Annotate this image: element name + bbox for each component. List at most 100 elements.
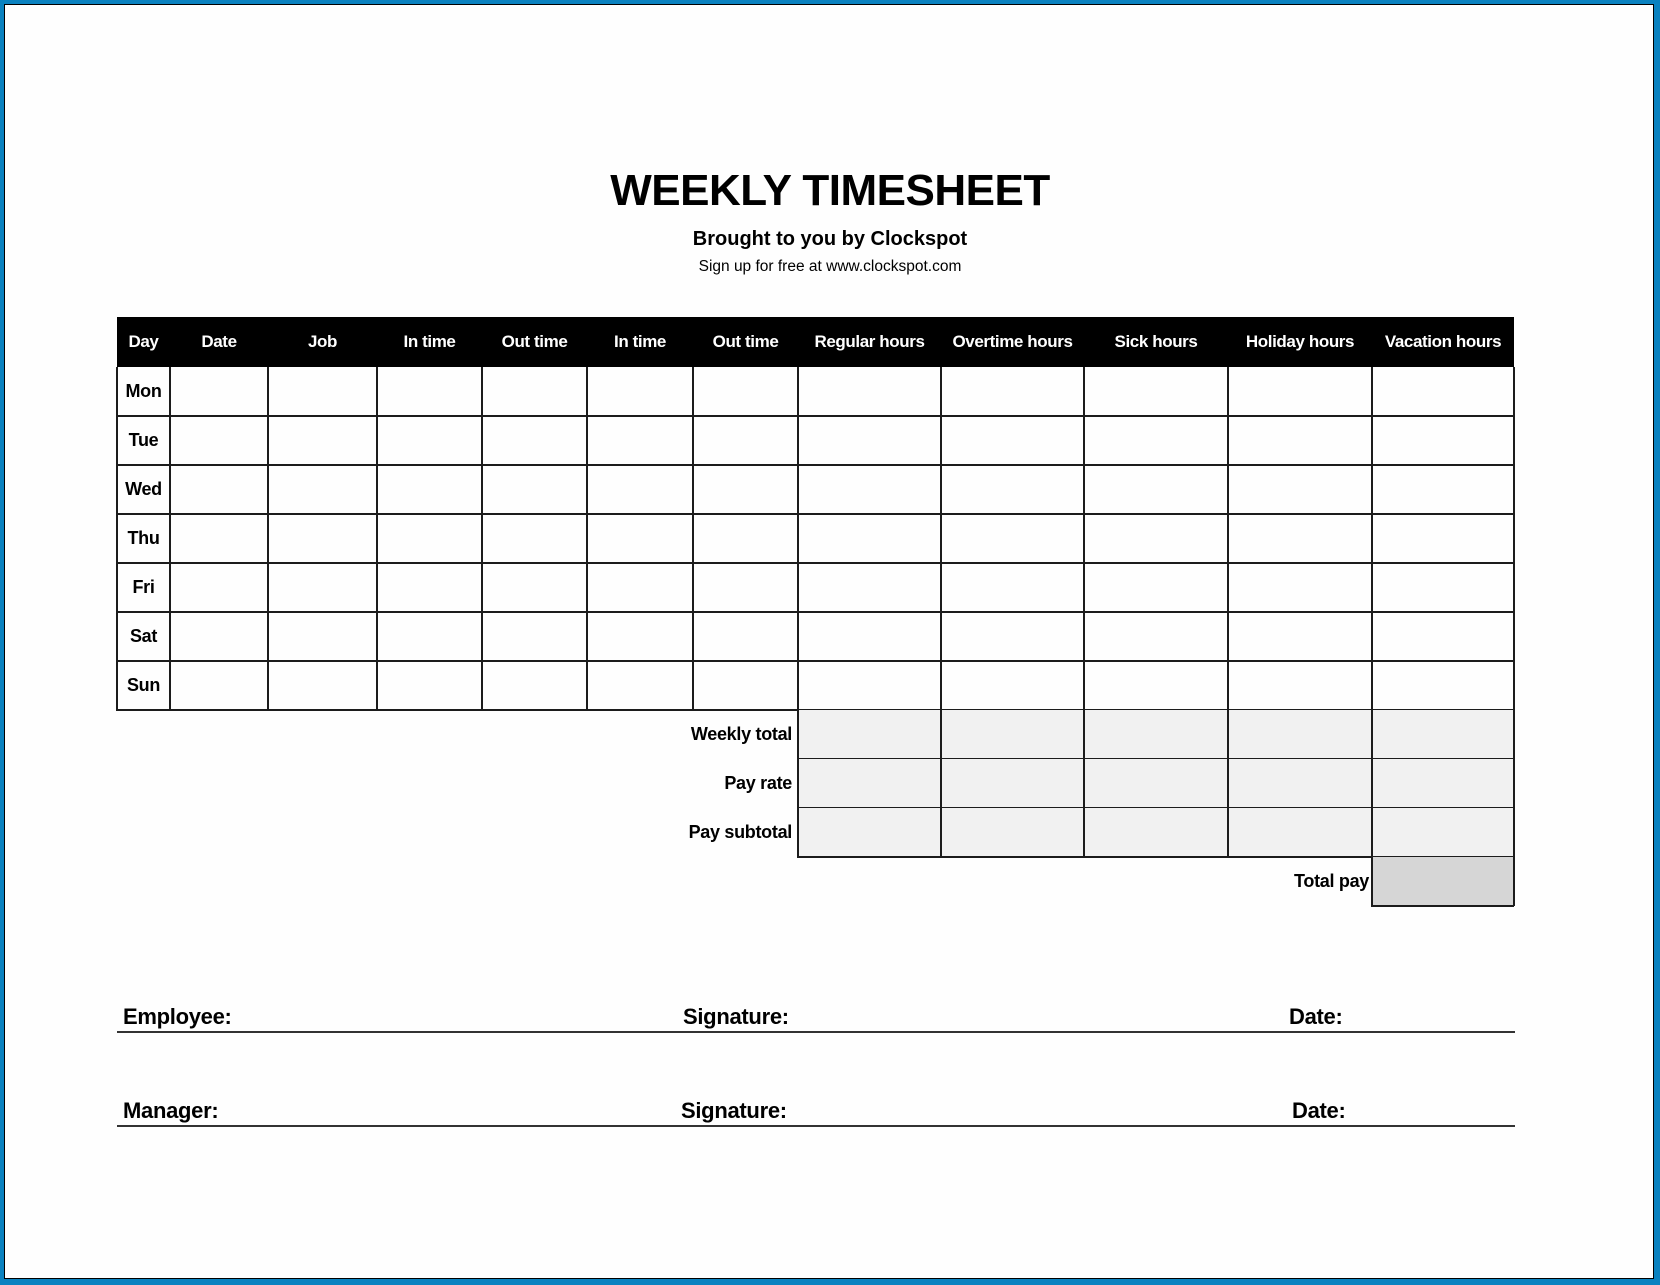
table-cell-regular-hours[interactable] <box>798 563 941 612</box>
table-cell-date[interactable] <box>170 661 268 710</box>
table-cell-date[interactable] <box>170 465 268 514</box>
table-cell-out-time[interactable] <box>482 367 587 416</box>
table-cell-date[interactable] <box>170 514 268 563</box>
table-cell-in-time[interactable] <box>377 563 482 612</box>
table-cell-out-time[interactable] <box>693 563 798 612</box>
table-cell-sick-hours[interactable] <box>1084 416 1228 465</box>
table-cell-holiday-hours[interactable] <box>1228 514 1372 563</box>
table-cell-overtime-hours[interactable] <box>941 563 1084 612</box>
table-cell-in-time[interactable] <box>587 661 693 710</box>
table-cell-overtime-hours[interactable] <box>941 514 1084 563</box>
table-cell-vacation-hours[interactable] <box>1372 416 1514 465</box>
table-cell-job[interactable] <box>268 612 377 661</box>
table-cell-job[interactable] <box>268 367 377 416</box>
table-cell-date[interactable] <box>170 612 268 661</box>
totals-cell-sick-hours[interactable] <box>1084 710 1228 759</box>
table-cell-out-time[interactable] <box>693 416 798 465</box>
totals-cell-vacation-hours[interactable] <box>1372 808 1514 857</box>
totals-cell-holiday-hours[interactable] <box>1228 808 1372 857</box>
table-cell-sick-hours[interactable] <box>1084 465 1228 514</box>
table-cell-in-time[interactable] <box>377 661 482 710</box>
table-cell-overtime-hours[interactable] <box>941 416 1084 465</box>
table-cell-vacation-hours[interactable] <box>1372 563 1514 612</box>
table-cell-overtime-hours[interactable] <box>941 661 1084 710</box>
totals-cell-sick-hours[interactable] <box>1084 759 1228 808</box>
table-cell-holiday-hours[interactable] <box>1228 563 1372 612</box>
table-cell-vacation-hours[interactable] <box>1372 661 1514 710</box>
table-cell-out-time[interactable] <box>482 514 587 563</box>
table-cell-in-time[interactable] <box>587 612 693 661</box>
totals-cell-vacation-hours[interactable] <box>1372 710 1514 759</box>
totals-cell-sick-hours[interactable] <box>1084 808 1228 857</box>
table-cell-out-time[interactable] <box>482 661 587 710</box>
totals-cell-overtime-hours[interactable] <box>941 710 1084 759</box>
totals-cell-holiday-hours[interactable] <box>1228 710 1372 759</box>
table-cell-in-time[interactable] <box>377 514 482 563</box>
totals-cell-regular-hours[interactable] <box>798 710 941 759</box>
table-cell-job[interactable] <box>268 465 377 514</box>
table-cell-in-time[interactable] <box>587 465 693 514</box>
manager-name-field[interactable] <box>238 1095 673 1125</box>
table-cell-vacation-hours[interactable] <box>1372 514 1514 563</box>
table-cell-holiday-hours[interactable] <box>1228 661 1372 710</box>
table-cell-out-time[interactable] <box>482 612 587 661</box>
table-cell-overtime-hours[interactable] <box>941 612 1084 661</box>
table-cell-regular-hours[interactable] <box>798 416 941 465</box>
table-cell-sick-hours[interactable] <box>1084 367 1228 416</box>
table-cell-overtime-hours[interactable] <box>941 367 1084 416</box>
totals-cell-overtime-hours[interactable] <box>941 759 1084 808</box>
table-cell-vacation-hours[interactable] <box>1372 367 1514 416</box>
total-pay-value[interactable] <box>1372 857 1514 906</box>
table-cell-date[interactable] <box>170 367 268 416</box>
table-cell-job[interactable] <box>268 416 377 465</box>
totals-cell-regular-hours[interactable] <box>798 759 941 808</box>
table-cell-sick-hours[interactable] <box>1084 661 1228 710</box>
table-cell-regular-hours[interactable] <box>798 661 941 710</box>
table-cell-in-time[interactable] <box>587 514 693 563</box>
table-cell-sick-hours[interactable] <box>1084 514 1228 563</box>
table-cell-job[interactable] <box>268 661 377 710</box>
table-cell-in-time[interactable] <box>377 416 482 465</box>
table-cell-out-time[interactable] <box>482 563 587 612</box>
table-cell-regular-hours[interactable] <box>798 514 941 563</box>
table-cell-in-time[interactable] <box>377 612 482 661</box>
table-cell-date[interactable] <box>170 416 268 465</box>
table-cell-in-time[interactable] <box>587 563 693 612</box>
employee-name-field[interactable] <box>238 1001 675 1031</box>
employee-signature-field[interactable] <box>788 1001 1281 1031</box>
table-cell-out-time[interactable] <box>693 612 798 661</box>
totals-cell-overtime-hours[interactable] <box>941 808 1084 857</box>
table-cell-in-time[interactable] <box>377 367 482 416</box>
table-cell-regular-hours[interactable] <box>798 465 941 514</box>
signature-underline <box>117 1031 1515 1033</box>
table-cell-holiday-hours[interactable] <box>1228 612 1372 661</box>
table-cell-sick-hours[interactable] <box>1084 563 1228 612</box>
totals-cell-holiday-hours[interactable] <box>1228 759 1372 808</box>
table-cell-job[interactable] <box>268 563 377 612</box>
table-cell-regular-hours[interactable] <box>798 367 941 416</box>
table-cell-in-time[interactable] <box>377 465 482 514</box>
table-cell-sick-hours[interactable] <box>1084 612 1228 661</box>
table-cell-job[interactable] <box>268 514 377 563</box>
table-cell-out-time[interactable] <box>482 465 587 514</box>
table-cell-vacation-hours[interactable] <box>1372 612 1514 661</box>
table-cell-vacation-hours[interactable] <box>1372 465 1514 514</box>
table-cell-holiday-hours[interactable] <box>1228 465 1372 514</box>
table-cell-out-time[interactable] <box>482 416 587 465</box>
table-cell-in-time[interactable] <box>587 367 693 416</box>
table-cell-in-time[interactable] <box>587 416 693 465</box>
totals-cell-vacation-hours[interactable] <box>1372 759 1514 808</box>
manager-date-field[interactable] <box>1354 1095 1514 1125</box>
table-cell-overtime-hours[interactable] <box>941 465 1084 514</box>
table-cell-holiday-hours[interactable] <box>1228 416 1372 465</box>
table-cell-out-time[interactable] <box>693 465 798 514</box>
employee-date-field[interactable] <box>1351 1001 1514 1031</box>
table-cell-out-time[interactable] <box>693 367 798 416</box>
table-cell-regular-hours[interactable] <box>798 612 941 661</box>
table-cell-date[interactable] <box>170 563 268 612</box>
table-cell-out-time[interactable] <box>693 514 798 563</box>
table-cell-out-time[interactable] <box>693 661 798 710</box>
totals-cell-regular-hours[interactable] <box>798 808 941 857</box>
table-cell-holiday-hours[interactable] <box>1228 367 1372 416</box>
manager-signature-field[interactable] <box>786 1095 1284 1125</box>
